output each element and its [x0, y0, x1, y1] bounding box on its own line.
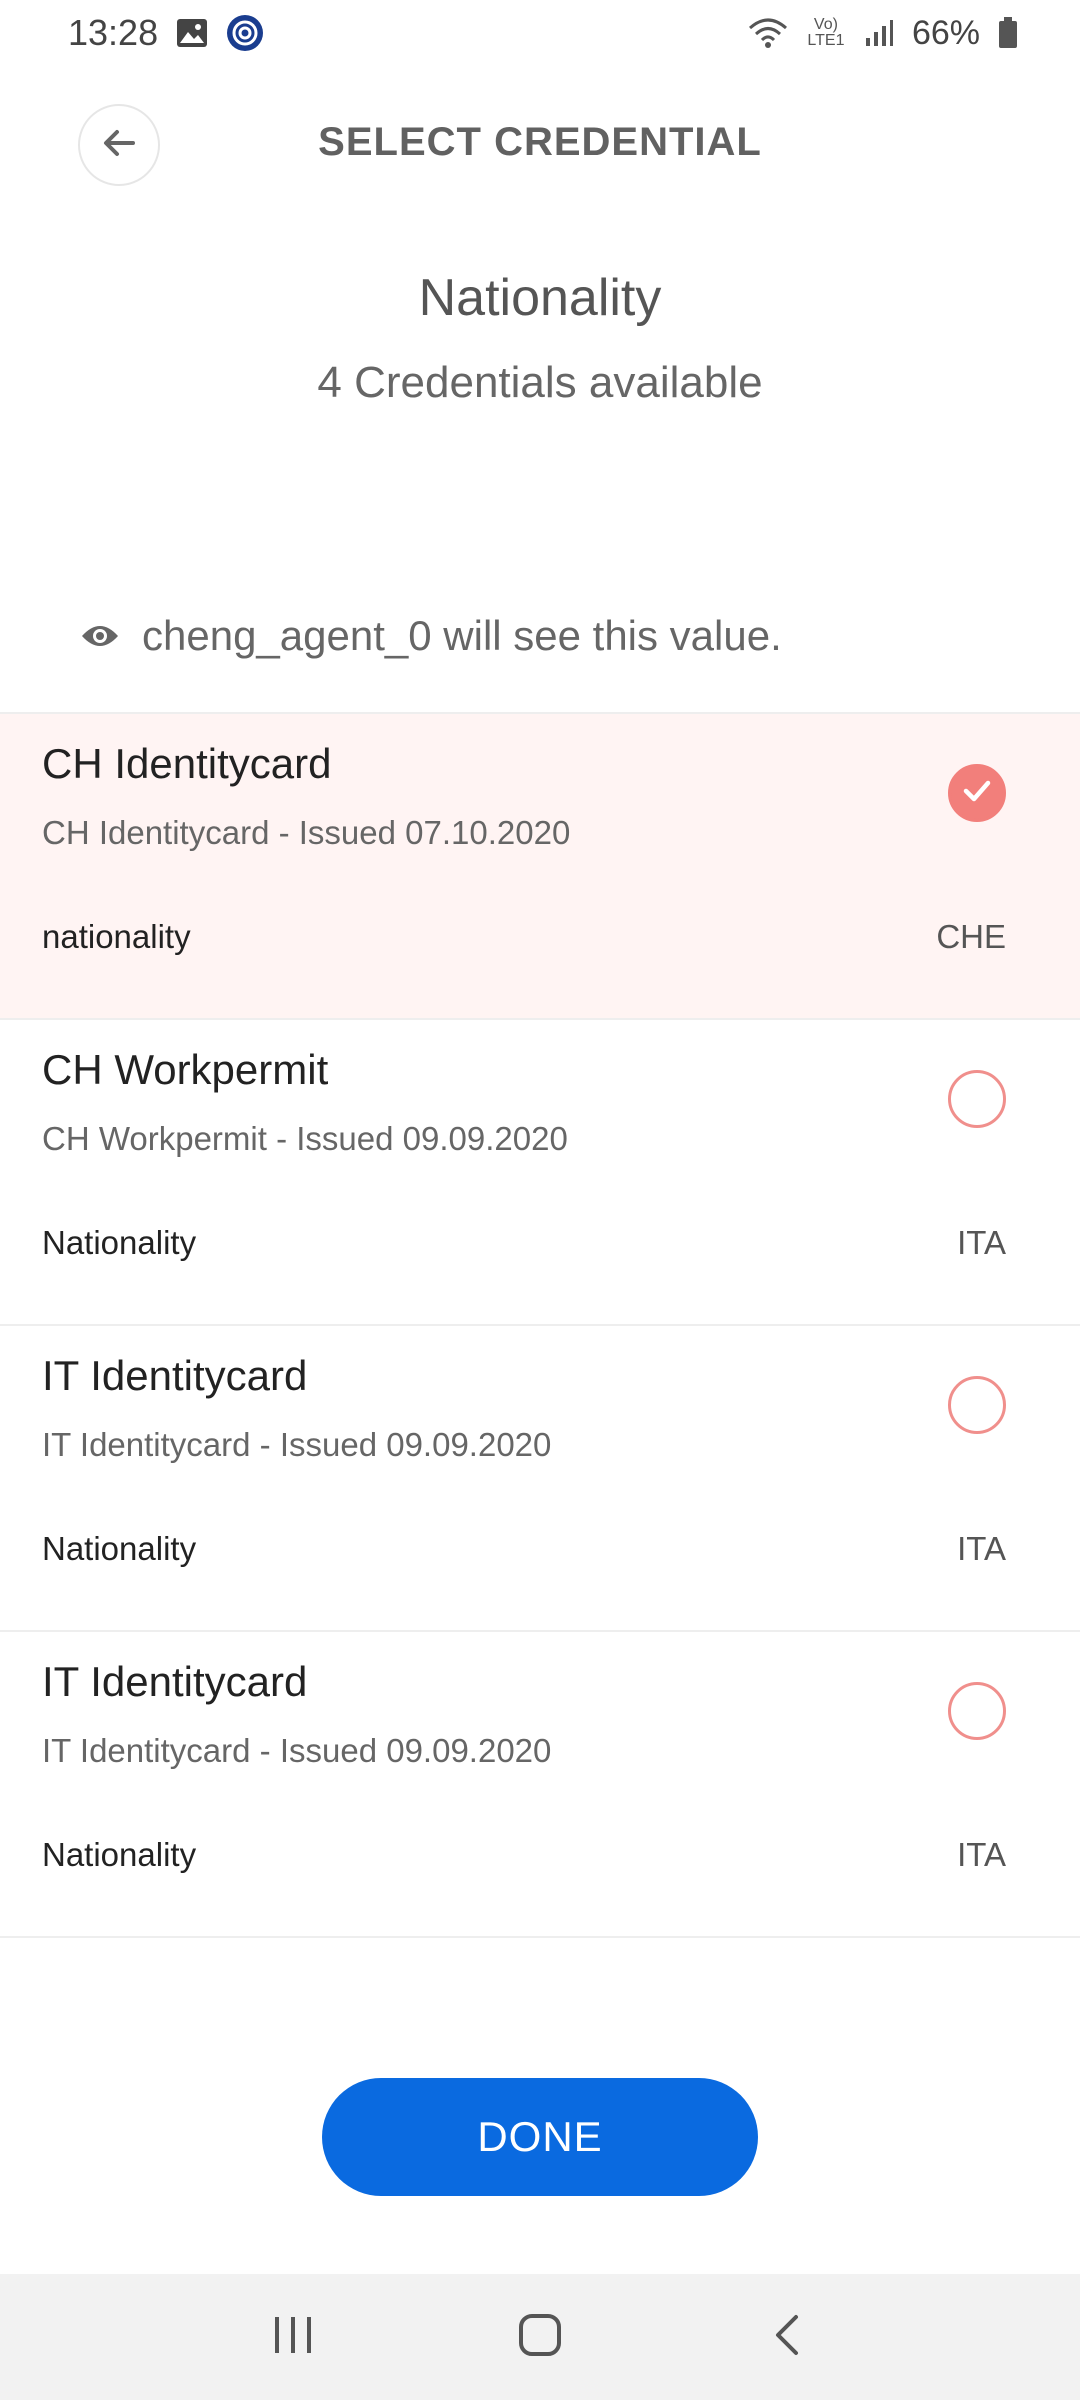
status-bar: 13:28 Vo) LTE1 66% — [0, 0, 1080, 66]
credential-subtitle: IT Identitycard - Issued 09.09.2020 — [42, 1426, 552, 1463]
credential-title: CH Workpermit — [42, 1046, 329, 1093]
attribute-name: Nationality — [418, 269, 662, 327]
credential-radio-selected[interactable] — [948, 764, 1006, 822]
credential-attribute-value: ITA — [957, 1836, 1006, 1873]
credential-attribute-label: nationality — [42, 918, 191, 955]
page-title: SELECT CREDENTIAL — [318, 120, 762, 164]
app-notification-icon — [226, 14, 264, 52]
status-left: 13:28 — [68, 12, 264, 54]
screen: 13:28 Vo) LTE1 66% SELECT CREDENTIAL Nat… — [0, 0, 1080, 2400]
credential-item[interactable]: IT Identitycard IT Identitycard - Issued… — [0, 1326, 1080, 1632]
nav-bar — [0, 2274, 1080, 2400]
checkmark-icon — [960, 774, 994, 813]
credential-list: CH Identitycard CH Identitycard - Issued… — [0, 712, 1080, 1938]
status-right: Vo) LTE1 66% — [748, 14, 1018, 53]
credential-attribute-label: Nationality — [42, 1836, 197, 1873]
status-time: 13:28 — [68, 12, 159, 53]
gallery-icon — [176, 18, 208, 48]
eye-icon — [80, 612, 120, 660]
visibility-note: cheng_agent_0 will see this value. — [80, 612, 782, 660]
recent-apps-button[interactable] — [233, 2287, 353, 2387]
credential-attribute-label: Nationality — [42, 1530, 197, 1567]
credential-subtitle: IT Identitycard - Issued 09.09.2020 — [42, 1732, 552, 1769]
credentials-count: 4 Credentials available — [317, 358, 763, 407]
header: SELECT CREDENTIAL — [0, 96, 1080, 192]
home-icon — [518, 2313, 562, 2362]
battery-percent: 66% — [911, 13, 980, 52]
credential-radio[interactable] — [948, 1682, 1006, 1740]
visibility-text: cheng_agent_0 will see this value. — [142, 612, 782, 659]
credential-attribute-value: CHE — [936, 918, 1006, 955]
credential-radio[interactable] — [948, 1376, 1006, 1434]
signal-icon — [864, 18, 894, 48]
battery-icon — [998, 17, 1018, 49]
recent-apps-icon — [271, 2315, 315, 2360]
credential-subtitle: CH Identitycard - Issued 07.10.2020 — [42, 814, 571, 851]
credential-attribute-value: ITA — [957, 1224, 1006, 1261]
volte-icon: Vo) LTE1 — [807, 16, 845, 49]
credential-radio[interactable] — [948, 1070, 1006, 1128]
home-button[interactable] — [480, 2287, 600, 2387]
credential-title: CH Identitycard — [42, 740, 332, 787]
back-icon — [772, 2313, 802, 2362]
credential-subtitle: CH Workpermit - Issued 09.09.2020 — [42, 1120, 568, 1157]
credential-attribute-value: ITA — [957, 1530, 1006, 1567]
done-button[interactable]: DONE — [322, 2078, 758, 2196]
credential-title: IT Identitycard — [42, 1352, 308, 1399]
credential-item[interactable]: IT Identitycard IT Identitycard - Issued… — [0, 1632, 1080, 1938]
credential-item[interactable]: CH Workpermit CH Workpermit - Issued 09.… — [0, 1020, 1080, 1326]
credential-attribute-label: Nationality — [42, 1224, 197, 1261]
credential-item[interactable]: CH Identitycard CH Identitycard - Issued… — [0, 714, 1080, 1020]
credential-title: IT Identitycard — [42, 1658, 308, 1705]
system-back-button[interactable] — [727, 2287, 847, 2387]
wifi-icon — [748, 16, 788, 50]
